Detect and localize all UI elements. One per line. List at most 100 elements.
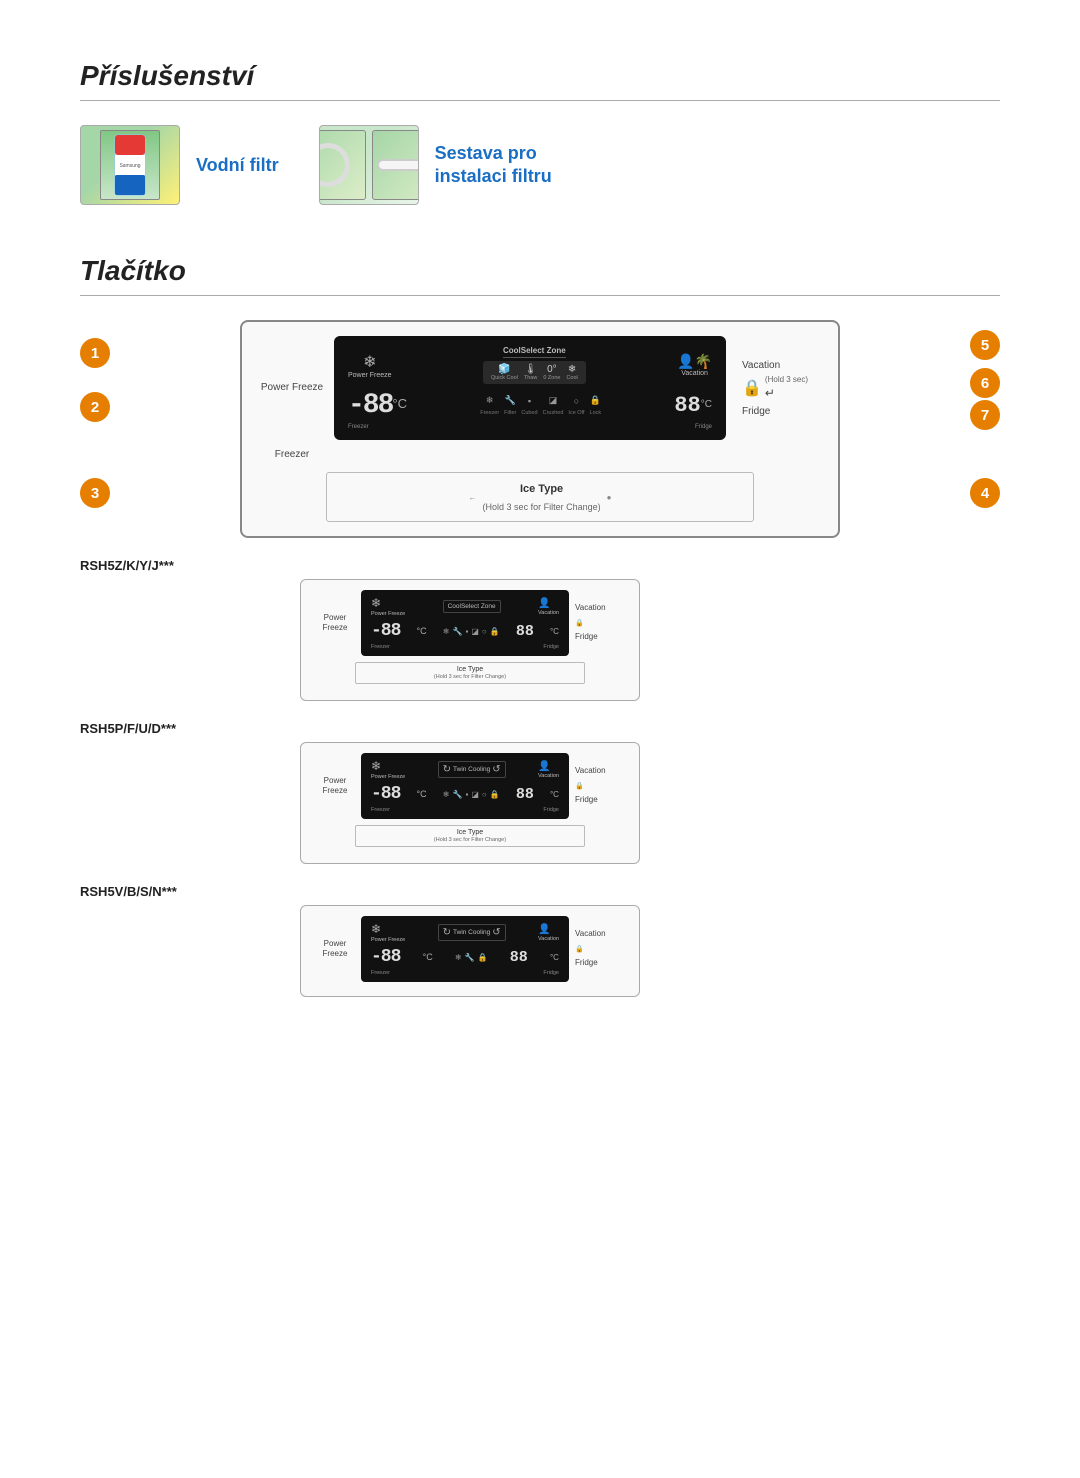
filter-svg: Samsung	[105, 133, 155, 198]
mini-icon-1-zkj: ❄	[443, 627, 450, 636]
panel-row-1: Power Freeze ❄ Power Freeze	[258, 336, 822, 440]
model-rsh5zkj: RSH5Z/K/Y/J*** PowerFreeze ❄ Power Freez…	[80, 558, 1000, 701]
mini-right-labels-zkj: Vacation 🔒 Fridge	[575, 601, 625, 644]
filter-icon-sym: 🔧	[504, 395, 516, 406]
cool-icon: ❄	[566, 364, 577, 375]
cs-cool: ❄ Cool	[566, 364, 577, 381]
twin-cool-icon-pfud: ↻	[443, 764, 451, 775]
svg-text:Samsung: Samsung	[119, 163, 140, 169]
twin-cool-text-vbsn: Twin Cooling	[453, 929, 490, 936]
lock-hold-row: 🔒 (Hold 3 sec) ↵	[742, 375, 822, 402]
ice-off-icon-label: Ice Off	[568, 410, 584, 416]
fridge-temp-value: 88	[674, 393, 700, 418]
mini-pf-text-vbsn: Power Freeze	[371, 937, 405, 943]
display-top-row: ❄ Power Freeze CoolSelect Zone 🧊 Quick C…	[348, 346, 712, 384]
mini-power-freeze-label-zkj: PowerFreeze	[315, 613, 355, 632]
mini-display-mid-pfud: -88°C ❄ 🔧 ▪ ◪ ○ 🔒 88°C	[371, 784, 559, 804]
fridge-temp-display: 88°C	[674, 393, 712, 418]
mini-display-zkj: ❄ Power Freeze CoolSelect Zone 👤 Vacatio…	[361, 590, 569, 656]
mini-display-sub-pfud: Freezer Fridge	[371, 807, 559, 813]
badge-5: 5	[970, 330, 1000, 360]
main-panel-wrapper: 1 2 3 4 5 6 7 Power Freeze	[80, 320, 1000, 538]
button-title: Tlačítko	[80, 255, 1000, 287]
mini-panel-rsh5vbsn: PowerFreeze ❄ Power Freeze ↻ Twin Coolin…	[300, 905, 640, 997]
arrow-down-icon: ↵	[765, 386, 775, 400]
ice-off-icon: ○ Ice Off	[568, 396, 584, 416]
cubed-icon-sym: ▪	[521, 396, 537, 406]
mini-display-top-vbsn: ❄ Power Freeze ↻ Twin Cooling ↺ 👤 Vacati…	[371, 922, 559, 943]
mini-fridge-unit-pfud: °C	[550, 790, 559, 799]
mini-vacation-text-zkj: Vacation	[538, 610, 559, 616]
freezer-icon: ❄ Freezer	[480, 395, 499, 416]
ice-type-arrow-left: ←	[469, 493, 477, 502]
mini-twin-cooling-vbsn: ↻ Twin Cooling ↺	[438, 924, 506, 941]
filter-box-visual: Samsung	[100, 130, 160, 200]
mini-vacation-icon-vbsn: 👤	[538, 924, 550, 935]
ice-type-inner: ← Ice Type (Hold 3 sec for Filter Change…	[327, 479, 753, 515]
mini-lock-icon-zkj: 🔒	[575, 620, 584, 627]
button-section: Tlačítko 1 2 3 4 5 6 7 Power Freeze	[80, 255, 1000, 997]
mini-panel-rsh5pfud: PowerFreeze ❄ Power Freeze ↻ Twin Coolin…	[300, 742, 640, 864]
mini-snowflake-pfud: ❄	[371, 759, 381, 773]
mini-temp-unit-vbsn: °C	[423, 952, 433, 962]
mini-icon-3-pfud: ▪	[465, 790, 468, 799]
mini-vacation-area-zkj: 👤 Vacation	[538, 598, 559, 616]
ozone-label: 0 Zone	[543, 375, 560, 381]
mini-icon-2-pfud: 🔧	[453, 790, 463, 799]
badge-1: 1	[80, 338, 110, 368]
mini-fridge-temp-vbsn: 88	[510, 949, 528, 966]
freezer-temp-unit: °C	[392, 396, 407, 411]
ice-type-label: Ice Type	[520, 483, 563, 495]
fridge-temp-unit: °C	[701, 399, 712, 410]
freezer-icon-sym: ❄	[480, 395, 499, 406]
mini-fridge-label-zkj: Fridge	[575, 632, 598, 641]
mds-freezer-vbsn: Freezer	[371, 970, 390, 976]
mini-twin-cooling-pfud: ↻ Twin Cooling ↺	[438, 761, 506, 778]
mini-vacation-area-vbsn: 👤 Vacation	[538, 924, 559, 942]
mini-freezer-temp-zkj: -88	[371, 621, 400, 641]
freezer-temp-value: -88	[348, 390, 392, 421]
hose-straight	[377, 159, 419, 171]
power-freeze-icon-area: ❄ Power Freeze	[348, 352, 392, 379]
mini-right-labels-pfud: Vacation 🔒 Fridge	[575, 764, 625, 807]
kit-box-1	[319, 130, 366, 200]
snowflake-icon: ❄	[348, 352, 392, 372]
vacation-display-label: Vacation	[677, 370, 712, 377]
mini-vacation-text-pfud: Vacation	[538, 773, 559, 779]
mini-fridge-temp-pfud: 88	[516, 786, 534, 803]
power-freeze-display-label: Power Freeze	[348, 372, 392, 379]
mini-right-labels-vbsn: Vacation 🔒 Fridge	[575, 927, 625, 970]
quickcool-icon: 🧊	[491, 364, 518, 375]
mini-power-freeze-label-vbsn: PowerFreeze	[315, 939, 355, 958]
mini-icon-1-vbsn: ❄	[455, 953, 462, 962]
thaw-icon: 🌡	[524, 364, 537, 375]
mini-fridge-temp-zkj: 88	[516, 623, 534, 640]
mini-panel-row1-zkj: PowerFreeze ❄ Power Freeze CoolSelect Zo…	[315, 590, 625, 656]
model-rsh5pfud-title: RSH5P/F/U/D***	[80, 721, 1000, 736]
thaw-label: Thaw	[524, 375, 537, 381]
kit-box-2	[372, 130, 419, 200]
mini-icon-1-pfud: ❄	[443, 790, 450, 799]
mini-lock-icon-pfud: 🔒	[575, 783, 584, 790]
mini-icons-pfud: ❄ 🔧 ▪ ◪ ○ 🔒	[443, 790, 500, 799]
filter-kit-image	[319, 125, 419, 205]
mini-pf-area-zkj: ❄ Power Freeze	[371, 596, 405, 617]
mini-fridge-unit-vbsn: °C	[550, 953, 559, 962]
mini-vacation-icon-pfud: 👤	[538, 761, 550, 772]
badge-7: 7	[970, 400, 1000, 430]
bottom-label-freezer: Freezer	[348, 424, 369, 430]
accessories-row: Samsung Vodní filtr Sestava pro instalac…	[80, 125, 1000, 205]
twin-cool-icon2-pfud: ↺	[492, 764, 500, 775]
mini-cs-label-zkj: CoolSelect Zone	[443, 600, 501, 613]
hold3sec-label: (Hold 3 sec)	[765, 375, 808, 384]
power-freeze-outer-label: Power Freeze	[258, 382, 326, 394]
mini-icon-5-zkj: ○	[482, 627, 487, 636]
display-mid-row: -88°C ❄ Freezer 🔧 Filter	[348, 390, 712, 421]
display-panel: ❄ Power Freeze CoolSelect Zone 🧊 Quick C…	[334, 336, 726, 440]
accessories-section: Příslušenství Samsung Vodní filtr	[80, 60, 1000, 205]
display-bottom-labels: Freezer Fridge	[348, 424, 712, 430]
water-filter-item: Samsung Vodní filtr	[80, 125, 279, 205]
mini-panel-row1-vbsn: PowerFreeze ❄ Power Freeze ↻ Twin Coolin…	[315, 916, 625, 982]
mini-display-pfud: ❄ Power Freeze ↻ Twin Cooling ↺ 👤 Vacati…	[361, 753, 569, 819]
filter-kit-label: Sestava pro instalaci filtru	[435, 142, 595, 189]
